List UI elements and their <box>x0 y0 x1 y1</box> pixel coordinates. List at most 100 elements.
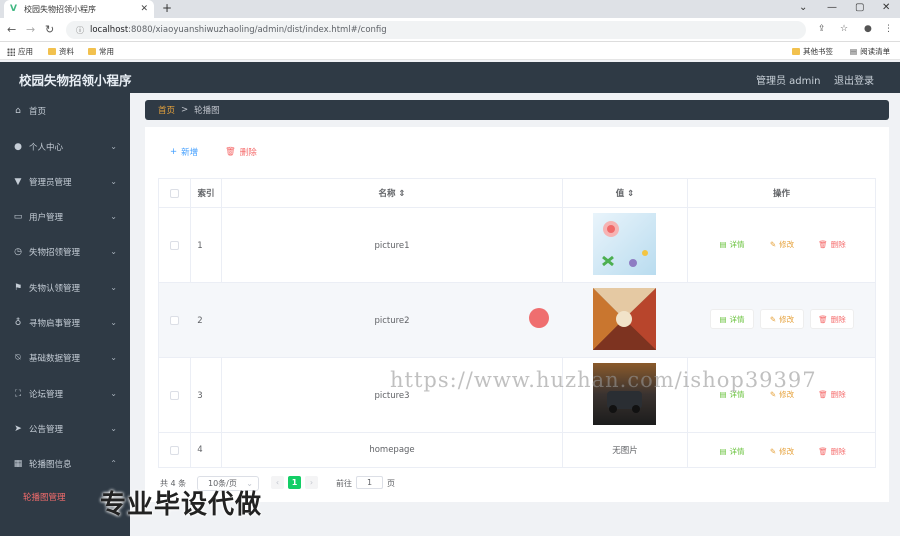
delete-button[interactable]: 🗑 删除 <box>810 441 854 461</box>
bookmark-other[interactable]: 其他书签 <box>792 46 833 57</box>
forward-icon[interactable]: → <box>26 23 35 36</box>
share-icon[interactable]: ⇪ <box>818 24 826 34</box>
header-index: 索引 <box>191 179 221 208</box>
chevron-down-icon: ⌄ <box>110 142 117 151</box>
back-icon[interactable]: ← <box>7 23 16 36</box>
pencil-icon: ✎ <box>769 446 777 456</box>
clock-icon: ◷ <box>14 246 22 257</box>
edit-button[interactable]: ✎ 修改 <box>760 234 804 254</box>
address-bar: ← → ↻ ⓘ localhost:8080/xiaoyuanshiwuzhao… <box>0 18 900 42</box>
folder-icon <box>88 48 96 55</box>
breadcrumb-home[interactable]: 首页 <box>158 104 175 116</box>
batch-delete-button[interactable]: 🗑 删除 <box>225 146 257 158</box>
bookmark-apps[interactable]: 应用 <box>7 46 33 57</box>
chevron-down-icon[interactable]: ⌄ <box>799 2 807 13</box>
trash-icon: 🗑 <box>818 446 828 456</box>
url-field[interactable]: ⓘ localhost:8080/xiaoyuanshiwuzhaoling/a… <box>66 21 806 39</box>
row-checkbox[interactable] <box>170 446 179 455</box>
thumbnail-image[interactable] <box>593 288 656 350</box>
users-icon: ▭ <box>13 211 23 222</box>
close-window-icon[interactable]: ✕ <box>882 2 890 13</box>
trash-icon: 🗑 <box>225 147 236 157</box>
tab-title: 校园失物招领小程序 <box>24 4 96 14</box>
reload-icon[interactable]: ↻ <box>45 23 54 36</box>
apps-grid-icon <box>7 47 15 56</box>
chevron-down-icon: ⌄ <box>110 424 117 433</box>
detail-button[interactable]: ▤ 详情 <box>710 309 754 329</box>
reading-list[interactable]: ▤ 阅读清单 <box>850 46 890 57</box>
sidebar-item-profile[interactable]: ● 个人中心 ⌄ <box>0 129 130 164</box>
star-icon[interactable]: ☆ <box>840 24 848 34</box>
edit-button[interactable]: ✎ 修改 <box>760 441 804 461</box>
goto-page-input[interactable]: 1 <box>356 476 383 489</box>
delete-button[interactable]: 🗑 删除 <box>810 234 854 254</box>
doc-icon: ▤ <box>719 446 727 456</box>
vue-logo-icon: V <box>10 3 17 14</box>
menu-icon[interactable]: ⋮ <box>884 24 893 34</box>
tab-close-icon[interactable]: ✕ <box>140 4 148 14</box>
sidebar: ⌂ 首页 ● 个人中心 ⌄ ▼ 管理员管理 ⌄ ▭ 用户管理 ⌄ ◷ 失物招领管理 ⌄ ⚑ 失物认领… <box>0 93 130 536</box>
chevron-down-icon: ⌄ <box>110 318 117 327</box>
browser-tab[interactable]: V 校园失物招领小程序 ✕ <box>4 0 154 18</box>
delete-button[interactable]: 🗑 删除 <box>810 309 854 329</box>
sidebar-item-forum[interactable]: ⛶ 论坛管理 ⌄ <box>0 376 130 411</box>
watermark-text: https://www.huzhan.com/ishop39397 <box>390 368 817 392</box>
trash-icon: 🗑 <box>818 314 828 324</box>
row-checkbox[interactable] <box>170 241 179 250</box>
detail-button[interactable]: ▤ 详情 <box>710 234 754 254</box>
sidebar-item-notices[interactable]: ♁ 寻物启事管理 ⌄ <box>0 305 130 340</box>
bell-off-icon: ⍉ <box>15 352 21 363</box>
profile-icon[interactable]: ● <box>864 24 872 34</box>
maximize-icon[interactable]: ▢ <box>855 2 864 13</box>
row-index: 3 <box>197 390 203 401</box>
edit-button[interactable]: ✎ 修改 <box>760 309 804 329</box>
page-number[interactable]: 1 <box>288 476 301 489</box>
logout-link[interactable]: 退出登录 <box>834 72 874 87</box>
pencil-icon: ✎ <box>769 314 777 324</box>
app-header: 校园失物招领小程序 管理员 admin 退出登录 <box>0 62 900 93</box>
row-checkbox[interactable] <box>170 391 179 400</box>
chevron-down-icon: ⌄ <box>110 177 117 186</box>
row-checkbox[interactable] <box>170 316 179 325</box>
pencil-icon: ✎ <box>769 239 777 249</box>
header-name[interactable]: 名称 ⇕ <box>222 179 562 208</box>
trash-icon: 🗑 <box>818 389 828 399</box>
flag-icon: ⚑ <box>13 282 23 293</box>
header-value[interactable]: 值 ⇕ <box>563 179 687 208</box>
row-name: picture2 <box>374 315 410 326</box>
bookmark-folder[interactable]: 常用 <box>88 46 114 57</box>
bookmark-folder[interactable]: 资料 <box>48 46 74 57</box>
detail-button[interactable]: ▤ 详情 <box>710 441 754 461</box>
trash-icon: 🗑 <box>818 239 828 249</box>
sidebar-item-home[interactable]: ⌂ 首页 <box>0 93 130 128</box>
thumbnail-image[interactable] <box>593 213 656 275</box>
sidebar-item-users[interactable]: ▭ 用户管理 ⌄ <box>0 199 130 234</box>
sidebar-item-carousel[interactable]: ▦ 轮播图信息 ⌃ <box>0 446 130 481</box>
breadcrumb-separator: > <box>181 105 189 115</box>
frame-icon: ⛶ <box>14 388 22 399</box>
bookmarks-bar: 应用 资料 常用 其他书签 ▤ 阅读清单 <box>0 42 900 60</box>
url-path: :8080/xiaoyuanshiwuzhaoling/admin/dist/i… <box>128 25 387 35</box>
minimize-icon[interactable]: — <box>827 2 837 13</box>
select-all-checkbox[interactable] <box>170 189 179 198</box>
next-page-button[interactable]: › <box>305 476 318 489</box>
sidebar-item-lost-found[interactable]: ◷ 失物招领管理 ⌄ <box>0 234 130 269</box>
prev-page-button[interactable]: ‹ <box>271 476 284 489</box>
mic-icon: ♁ <box>14 317 22 328</box>
new-tab-button[interactable]: + <box>162 1 172 15</box>
browser-titlebar: V 校园失物招领小程序 ✕ + ⌄ — ▢ ✕ <box>0 0 900 18</box>
folder-icon <box>792 48 800 55</box>
admin-icon: ▼ <box>14 176 22 187</box>
add-button[interactable]: + 新增 <box>170 146 198 158</box>
sidebar-item-base-data[interactable]: ⍉ 基础数据管理 ⌄ <box>0 340 130 375</box>
sidebar-item-admins[interactable]: ▼ 管理员管理 ⌄ <box>0 164 130 199</box>
sidebar-item-announcements[interactable]: ➤ 公告管理 ⌄ <box>0 411 130 446</box>
goto-label: 前往 <box>336 479 352 488</box>
row-value: 无图片 <box>612 446 638 456</box>
doc-icon: ▤ <box>719 314 727 324</box>
url-host: localhost <box>90 25 129 35</box>
row-index: 2 <box>197 315 203 326</box>
folder-icon <box>48 48 56 55</box>
info-icon[interactable]: ⓘ <box>76 25 84 36</box>
sidebar-item-claims[interactable]: ⚑ 失物认领管理 ⌄ <box>0 270 130 305</box>
